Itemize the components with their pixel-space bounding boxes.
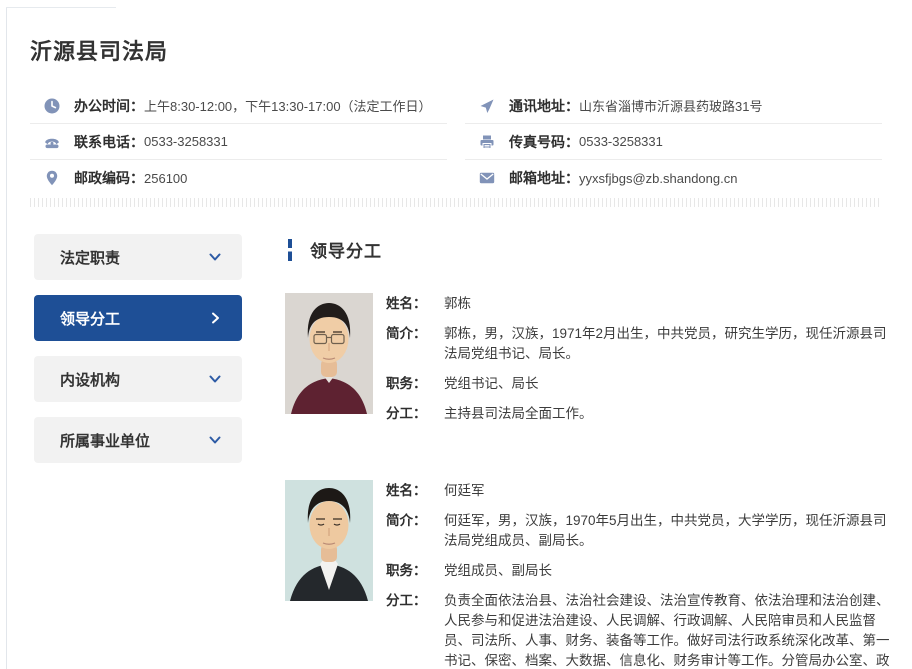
leader-profile: 姓名： 郭栋 简介： 郭栋，男，汉族，1971年2月出生，中共党员，研究生学历，… bbox=[285, 293, 885, 434]
leader-duty: 主持县司法局全面工作。 bbox=[444, 404, 890, 424]
leader-duty: 负责全面依法治县、法治社会建设、法治宣传教育、依法治理和法治创建、人民参与和促进… bbox=[444, 591, 890, 669]
field-bio: 简介： 郭栋，男，汉族，1971年2月出生，中共党员，研究生学历，现任沂源县司法… bbox=[386, 324, 890, 364]
field-label: 姓名： bbox=[386, 294, 444, 314]
leader-photo bbox=[285, 293, 373, 414]
field-label: 职务： bbox=[386, 561, 444, 581]
field-label: 分工： bbox=[386, 591, 444, 669]
field-label: 姓名： bbox=[386, 481, 444, 501]
field-bio: 简介： 何廷军，男，汉族，1970年5月出生，中共党员，大学学历，现任沂源县司法… bbox=[386, 511, 890, 551]
chevron-down-icon bbox=[208, 433, 222, 447]
leader-profile: 姓名： 何廷军 简介： 何廷军，男，汉族，1970年5月出生，中共党员，大学学历… bbox=[285, 480, 885, 669]
contact-value: 上午8:30-12:00，下午13:30-17:00（法定工作日） bbox=[144, 96, 432, 115]
page-title: 沂源县司法局 bbox=[30, 34, 168, 66]
field-name: 姓名： 郭栋 bbox=[386, 294, 890, 314]
field-duty: 分工： 负责全面依法治县、法治社会建设、法治宣传教育、依法治理和法治创建、人民参… bbox=[386, 591, 890, 669]
contact-row-phone: 联系电话： 0533-3258331 bbox=[30, 124, 447, 160]
fax-icon bbox=[478, 133, 496, 151]
paper-plane-icon bbox=[478, 97, 496, 115]
sidebar-item-label: 内设机构 bbox=[60, 369, 120, 390]
contact-label: 办公时间： bbox=[74, 96, 144, 116]
clock-icon bbox=[43, 97, 61, 115]
leader-bio: 郭栋，男，汉族，1971年2月出生，中共党员，研究生学历，现任沂源县司法局党组书… bbox=[444, 324, 890, 364]
sidebar-item-label: 法定职责 bbox=[60, 247, 120, 268]
field-label: 分工： bbox=[386, 404, 444, 424]
chevron-down-icon bbox=[208, 250, 222, 264]
leader-photo bbox=[285, 480, 373, 601]
contact-row-fax: 传真号码： 0533-3258331 bbox=[465, 124, 882, 160]
sidebar-item-label: 领导分工 bbox=[60, 308, 120, 329]
section-title: 领导分工 bbox=[310, 237, 382, 262]
dashed-divider bbox=[30, 198, 882, 207]
contact-row-office-hours: 办公时间： 上午8:30-12:00，下午13:30-17:00（法定工作日） bbox=[30, 88, 447, 124]
chevron-down-icon bbox=[208, 372, 222, 386]
contact-label: 通讯地址： bbox=[509, 96, 579, 116]
sidebar-item-affiliated-units[interactable]: 所属事业单位 bbox=[34, 417, 242, 463]
field-label: 职务： bbox=[386, 374, 444, 394]
leader-position: 党组书记、局长 bbox=[444, 374, 890, 394]
sidebar-nav: 法定职责 领导分工 内设机构 所属事业单位 bbox=[34, 234, 242, 478]
main-content: 领导分工 姓名： bbox=[285, 237, 885, 669]
section-header: 领导分工 bbox=[285, 237, 885, 262]
leader-bio: 何廷军，男，汉族，1970年5月出生，中共党员，大学学历，现任沂源县司法局党组成… bbox=[444, 511, 890, 551]
field-position: 职务： 党组成员、副局长 bbox=[386, 561, 890, 581]
contact-value: 0533-3258331 bbox=[144, 134, 228, 149]
contact-label: 邮箱地址： bbox=[509, 168, 579, 188]
field-duty: 分工： 主持县司法局全面工作。 bbox=[386, 404, 890, 424]
contact-value: 256100 bbox=[144, 171, 187, 186]
contact-value: yyxsfjbgs@zb.shandong.cn bbox=[579, 171, 737, 186]
contact-row-postcode: 邮政编码： 256100 bbox=[30, 160, 447, 196]
field-name: 姓名： 何廷军 bbox=[386, 481, 890, 501]
envelope-icon bbox=[478, 169, 496, 187]
field-position: 职务： 党组书记、局长 bbox=[386, 374, 890, 394]
leader-position: 党组成员、副局长 bbox=[444, 561, 890, 581]
sidebar-item-label: 所属事业单位 bbox=[60, 430, 150, 451]
contact-row-email: 邮箱地址： yyxsfjbgs@zb.shandong.cn bbox=[465, 160, 882, 196]
contact-info-grid: 办公时间： 上午8:30-12:00，下午13:30-17:00（法定工作日） … bbox=[30, 88, 882, 196]
location-pin-icon bbox=[43, 169, 61, 187]
contact-row-address: 通讯地址： 山东省淄博市沂源县药玻路31号 bbox=[465, 88, 882, 124]
contact-label: 邮政编码： bbox=[74, 168, 144, 188]
leader-name: 何廷军 bbox=[444, 481, 890, 501]
contact-label: 联系电话： bbox=[74, 132, 144, 152]
page-top-border bbox=[6, 7, 116, 8]
phone-icon bbox=[43, 133, 61, 151]
contact-label: 传真号码： bbox=[509, 132, 579, 152]
field-label: 简介： bbox=[386, 324, 444, 364]
leader-name: 郭栋 bbox=[444, 294, 890, 314]
leader-fields: 姓名： 郭栋 简介： 郭栋，男，汉族，1971年2月出生，中共党员，研究生学历，… bbox=[386, 293, 890, 434]
chevron-right-icon bbox=[208, 311, 222, 325]
leader-fields: 姓名： 何廷军 简介： 何廷军，男，汉族，1970年5月出生，中共党员，大学学历… bbox=[386, 480, 890, 669]
contact-value: 山东省淄博市沂源县药玻路31号 bbox=[579, 96, 762, 115]
page-left-border bbox=[6, 7, 7, 669]
contact-value: 0533-3258331 bbox=[579, 134, 663, 149]
sidebar-item-statutory-duties[interactable]: 法定职责 bbox=[34, 234, 242, 280]
section-marker-bar bbox=[288, 239, 292, 261]
field-label: 简介： bbox=[386, 511, 444, 551]
sidebar-item-internal-orgs[interactable]: 内设机构 bbox=[34, 356, 242, 402]
sidebar-item-leadership[interactable]: 领导分工 bbox=[34, 295, 242, 341]
